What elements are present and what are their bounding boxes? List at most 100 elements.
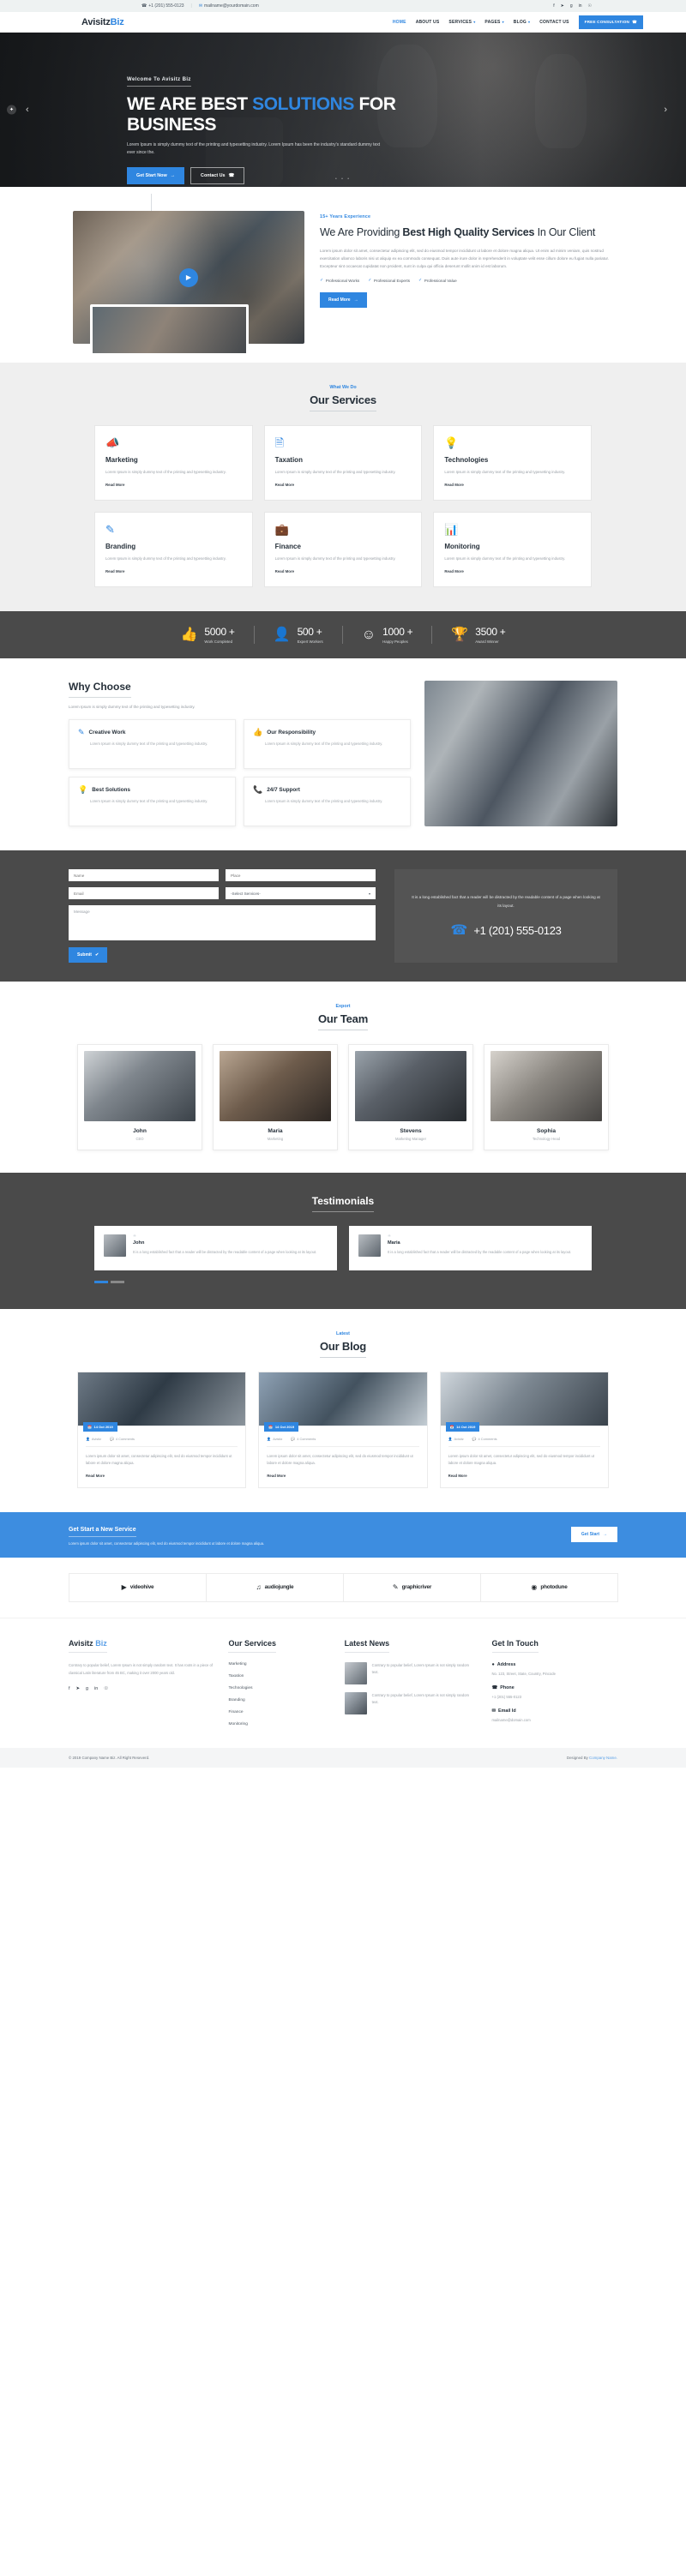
blog-card[interactable]: 📅 14 Oct 2019 👤 Avisitz 💬 4 Comments Lorem … <box>77 1372 247 1488</box>
pinterest-icon[interactable]: ☉ <box>104 1686 108 1691</box>
nav-item-pages[interactable]: PAGES ▾ <box>484 20 503 25</box>
footer-service-link[interactable]: Technologies <box>228 1686 328 1690</box>
audiojungle-icon: ♫ <box>256 1583 262 1592</box>
brand-logos: ▶ videohive ♫ audiojungle ✎ graphicriver… <box>69 1558 618 1618</box>
hero-pagination-dots[interactable]: • • • <box>0 177 686 182</box>
hero-title: WE ARE BEST SOLUTIONS FOR BUSINESS <box>127 94 436 135</box>
service-read-more[interactable]: Read More <box>105 569 242 573</box>
counter-label: Expert Workers <box>297 639 323 644</box>
service-read-more[interactable]: Read More <box>275 569 412 573</box>
brand-photodune[interactable]: ◉ photodune <box>480 1572 618 1602</box>
service-card-title: Branding <box>105 543 136 550</box>
site-logo[interactable]: AvisitzBiz <box>43 17 124 27</box>
service-card-taxation[interactable]: 🗎 Taxation Lorem Ipsum is simply dummy t… <box>263 425 423 501</box>
video-play-button[interactable]: ▶ <box>179 267 198 287</box>
services-section: What We Do Our Services 📣 Marketing Lore… <box>0 363 686 611</box>
copyright-bar: © 2019 Company Name Biz. All Right Resev… <box>0 1747 686 1768</box>
services-title: Our Services <box>310 393 376 411</box>
footer-service-link[interactable]: Finance <box>228 1710 328 1714</box>
service-card-monitoring[interactable]: 📊 Monitoring Lorem Ipsum is simply dummy… <box>433 512 592 587</box>
hero-next-button[interactable]: › <box>664 105 667 115</box>
service-read-more[interactable]: Read More <box>444 569 581 573</box>
thumbs-up-icon: 👍 <box>180 627 198 642</box>
blog-card[interactable]: 📅 14 Oct 2019 👤 Avisitz 💬 4 Comments Lorem … <box>258 1372 428 1488</box>
service-read-more[interactable]: Read More <box>444 483 581 487</box>
why-card-best-solutions[interactable]: 💡 Best Solutions Lorem Ipsum is simply du… <box>69 777 236 826</box>
footer-service-link[interactable]: Monitoring <box>228 1722 328 1726</box>
google-plus-icon[interactable]: g <box>570 3 573 9</box>
check-icon: ✓ <box>368 278 372 284</box>
footer-service-link[interactable]: Marketing <box>228 1662 328 1666</box>
team-card-stevens[interactable]: Stevens Marketing Manager <box>348 1044 473 1150</box>
twitter-icon[interactable]: ➤ <box>561 3 564 9</box>
footer-news-text: Contrary to popular belief, Lorem Ipsum … <box>371 1662 470 1674</box>
hero-prev-button[interactable]: ‹ <box>26 105 29 115</box>
testimonials-pagination[interactable] <box>94 1281 592 1283</box>
topbar-email[interactable]: ✉ mailname@yourdomain.com <box>199 3 259 9</box>
facebook-icon[interactable]: f <box>69 1686 70 1691</box>
footer-service-link[interactable]: Branding <box>228 1698 328 1702</box>
services-eyebrow: What We Do <box>329 385 357 390</box>
contact-phone-row[interactable]: ☎ +1 (201) 555-0123 <box>410 922 602 939</box>
service-card-body: Lorem Ipsum is simply dummy text of the … <box>274 556 396 561</box>
submit-button[interactable]: Submit ✔ <box>69 947 108 963</box>
message-textarea[interactable]: Message <box>69 905 376 940</box>
footer-logo[interactable]: Avisitz Biz <box>69 1639 107 1653</box>
footer-service-link[interactable]: Taxation <box>228 1674 328 1678</box>
why-card-support[interactable]: 📞 24/7 Support Lorem Ipsum is simply dumm… <box>244 777 411 826</box>
nav-item-home[interactable]: HOME <box>393 20 406 25</box>
hero-title-part-a: WE ARE BEST <box>127 94 253 114</box>
about-title: We Are Providing Best High Quality Servi… <box>320 226 596 238</box>
service-read-more[interactable]: Read More <box>275 483 412 487</box>
team-card-john[interactable]: John CEO <box>77 1044 202 1150</box>
cta-get-start-button[interactable]: Get Start → <box>570 1527 617 1543</box>
smiley-icon: ☺ <box>361 627 376 642</box>
name-input[interactable] <box>69 869 219 881</box>
blog-card[interactable]: 📅 14 Oct 2019 👤 Avisitz 💬 4 Comments Lorem … <box>439 1372 609 1488</box>
free-consultation-button[interactable]: FREE CONSULTATION ☎ <box>578 15 643 29</box>
footer-news-item[interactable]: Contrary to popular belief, Lorem Ipsum … <box>344 1661 477 1684</box>
pagination-dot[interactable] <box>111 1281 124 1283</box>
nav-item-contact-us[interactable]: CONTACT US <box>539 20 569 25</box>
service-card-branding[interactable]: ✎ Branding Lorem Ipsum is simply dummy t… <box>94 512 253 587</box>
testimonials-title: Testimonials <box>311 1195 375 1212</box>
counter-expert-workers: 👤 500 + Expert Workers <box>255 626 343 644</box>
twitter-icon[interactable]: ➤ <box>76 1686 81 1691</box>
topbar-phone[interactable]: ☎ +1 (201) 555-0123 <box>141 3 184 9</box>
service-read-more[interactable]: Read More <box>105 483 242 487</box>
email-input[interactable] <box>69 887 219 899</box>
brand-videohive[interactable]: ▶ videohive <box>69 1572 207 1602</box>
blog-read-more[interactable]: Read More <box>448 1474 600 1478</box>
linkedin-icon[interactable]: in <box>579 3 582 9</box>
facebook-icon[interactable]: f <box>553 3 554 9</box>
footer-news-title: Latest News <box>344 1639 390 1653</box>
service-card-marketing[interactable]: 📣 Marketing Lorem Ipsum is simply dummy … <box>94 425 253 501</box>
footer-phone-value[interactable]: +1 (201) 555-0123 <box>492 1694 618 1701</box>
service-card-finance[interactable]: 💼 Finance Lorem Ipsum is simply dummy te… <box>263 512 423 587</box>
designer-link[interactable]: Company Name. <box>589 1756 617 1760</box>
footer-news-item[interactable]: Contrary to popular belief, Lorem Ipsum … <box>344 1691 477 1714</box>
service-card-technologies[interactable]: 💡 Technologies Lorem Ipsum is simply dum… <box>433 425 592 501</box>
google-plus-icon[interactable]: g <box>86 1686 88 1691</box>
about-read-more-button[interactable]: Read More → <box>320 292 367 309</box>
pagination-dot[interactable] <box>94 1281 108 1283</box>
nav-item-services[interactable]: SERVICES ▾ <box>448 20 475 25</box>
footer-email-value[interactable]: mailname@domain.com <box>492 1717 618 1724</box>
services-select[interactable]: -Select Services- ▾ <box>226 887 376 899</box>
why-card-body: Lorem Ipsum is simply dummy text of the … <box>90 742 208 746</box>
brand-graphicriver[interactable]: ✎ graphicriver <box>343 1572 481 1602</box>
why-card-creative-work[interactable]: ✎ Creative Work Lorem Ipsum is simply dum… <box>69 719 236 769</box>
blog-read-more[interactable]: Read More <box>86 1474 238 1478</box>
why-card-our-responsibility[interactable]: 👍 Our Responsibility Lorem Ipsum is simpl… <box>244 719 411 769</box>
team-card-sophia[interactable]: Sophia Technology Head <box>484 1044 609 1150</box>
blog-read-more[interactable]: Read More <box>267 1474 418 1478</box>
place-input[interactable] <box>226 869 376 881</box>
nav-item-about-us[interactable]: ABOUT US <box>416 20 440 25</box>
brand-audiojungle[interactable]: ♫ audiojungle <box>206 1572 344 1602</box>
avatar <box>358 1234 381 1257</box>
pinterest-icon[interactable]: ☉ <box>588 3 592 9</box>
blog-meta: 👤 Avisitz 💬 4 Comments <box>267 1437 419 1447</box>
team-card-maria[interactable]: Maria Marketing <box>213 1044 338 1150</box>
nav-item-blog[interactable]: BLOG ▾ <box>514 20 530 25</box>
linkedin-icon[interactable]: in <box>94 1686 98 1691</box>
